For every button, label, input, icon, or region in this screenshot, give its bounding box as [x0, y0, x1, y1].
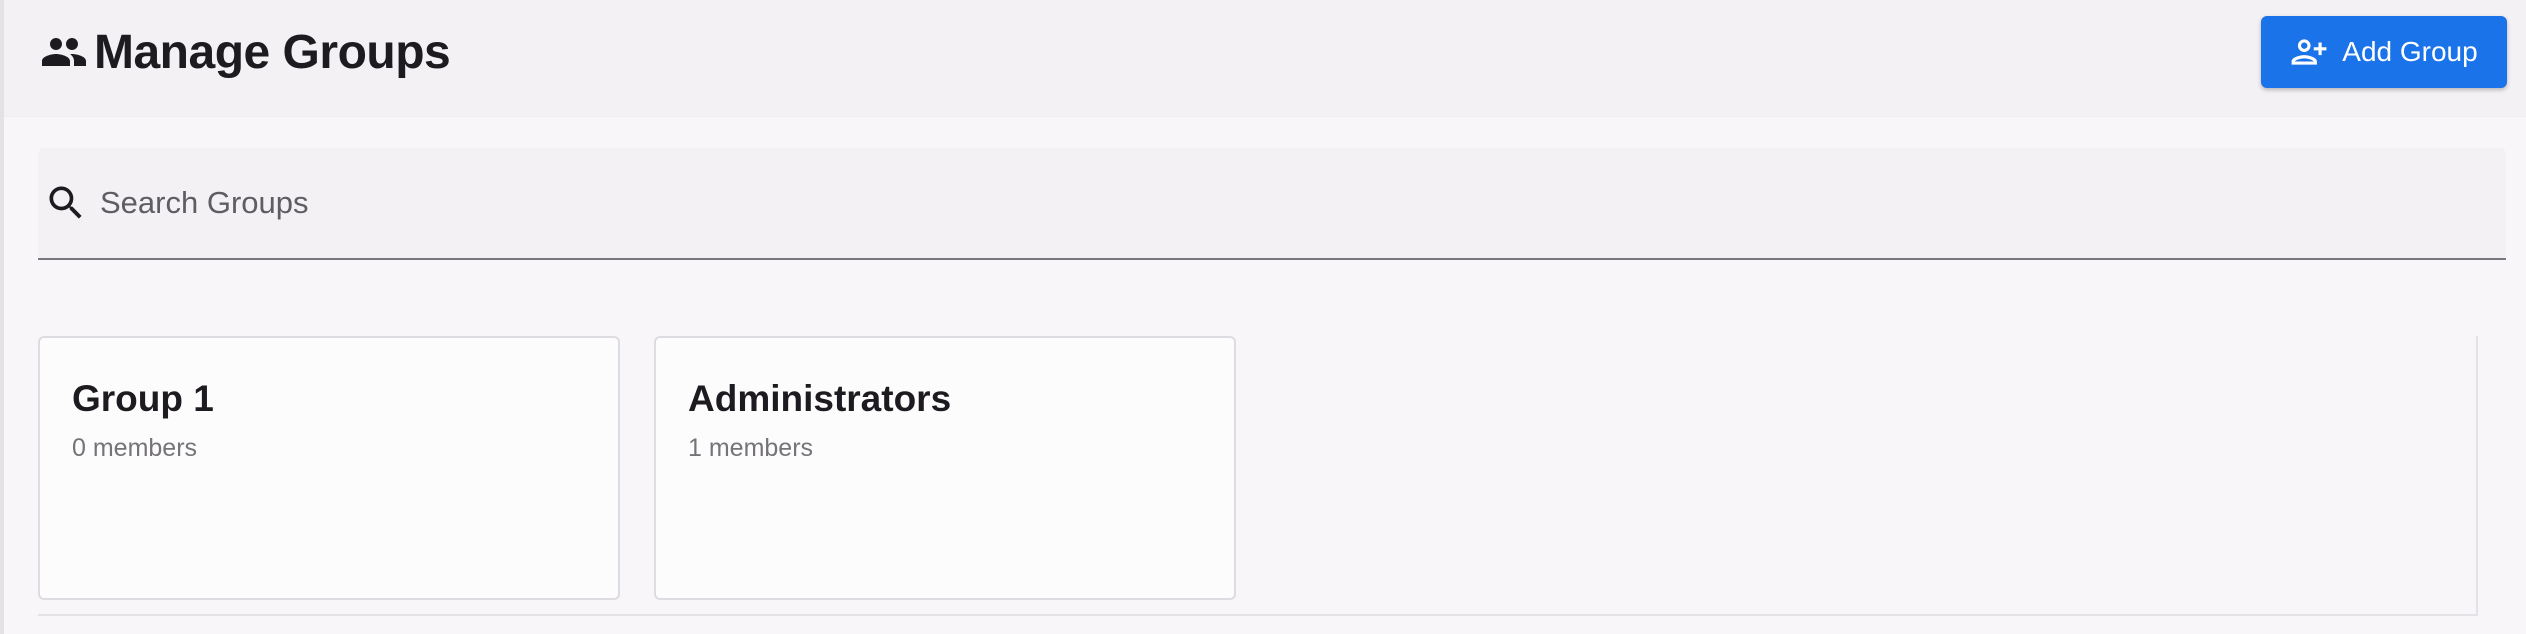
- page-title: Manage Groups: [94, 25, 451, 79]
- group-member-count: 0 members: [72, 434, 198, 462]
- group-card[interactable]: Group 1 0 members: [38, 336, 620, 600]
- group-card[interactable]: Administrators 1 members: [654, 336, 1236, 600]
- search-bar: [38, 148, 2506, 260]
- title-area: Manage Groups: [40, 22, 451, 82]
- group-icon: [42, 38, 86, 66]
- group-name: Group 1: [72, 378, 214, 419]
- manage-groups-page: Manage Groups Add Group Group 1 0 member…: [0, 0, 2526, 634]
- group-member-count: 1 members: [688, 434, 814, 462]
- search-icon: [49, 186, 82, 219]
- search-input[interactable]: [98, 184, 2402, 222]
- group-add-icon: [2291, 39, 2327, 65]
- group-name: Administrators: [688, 378, 952, 419]
- add-group-button[interactable]: Add Group: [2261, 16, 2507, 88]
- page-header: Manage Groups Add Group: [4, 0, 2526, 117]
- groups-grid: Group 1 0 members Administrators 1 membe…: [38, 336, 2478, 616]
- add-group-label: Add Group: [2342, 36, 2478, 67]
